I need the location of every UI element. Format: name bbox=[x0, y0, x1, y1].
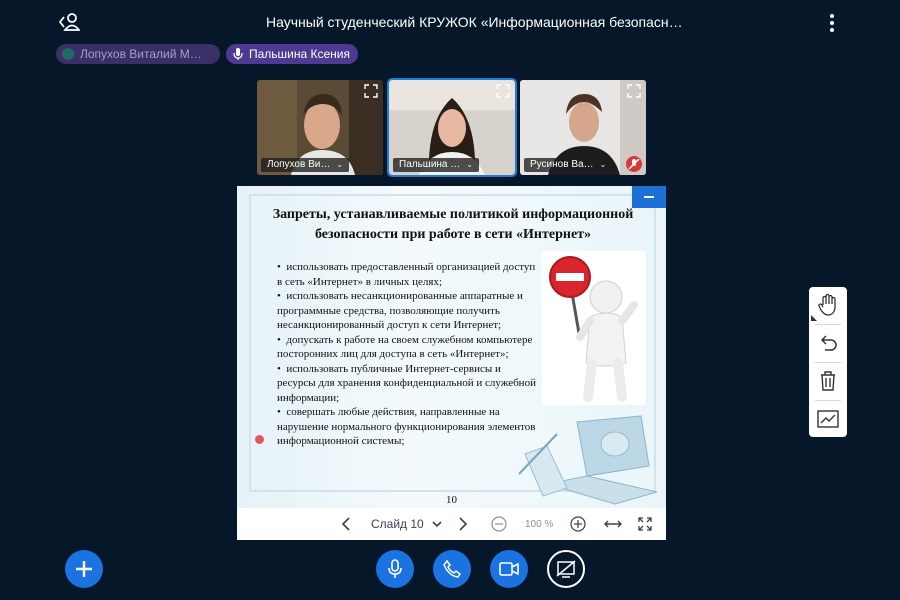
video-tile[interactable]: Пальшина … ⌄ bbox=[387, 78, 517, 177]
status-dot-icon bbox=[62, 48, 74, 60]
bullet-text: использовать несанкционированные аппарат… bbox=[277, 290, 523, 331]
undo-button[interactable] bbox=[809, 325, 847, 361]
zoom-in-button[interactable] bbox=[570, 508, 586, 540]
trash-icon bbox=[821, 371, 835, 391]
laptop-illustration bbox=[517, 414, 665, 506]
participant-name: Лопухов Ви… bbox=[267, 159, 331, 170]
participant-name: Русинов Ва… bbox=[530, 159, 594, 170]
microphone-icon bbox=[388, 559, 402, 578]
participant-nameplate[interactable]: Лопухов Ви… ⌄ bbox=[261, 158, 350, 172]
bullet-text: использовать публичные Интернет-сервисы … bbox=[277, 362, 536, 404]
clear-annotations-button[interactable] bbox=[809, 363, 847, 399]
stop-sign-illustration bbox=[542, 251, 646, 405]
whiteboard-toolbar bbox=[809, 287, 847, 437]
presentation-toolbar: Слайд 10 100 % bbox=[237, 508, 666, 540]
fit-width-button[interactable] bbox=[604, 508, 622, 540]
chart-icon bbox=[817, 410, 839, 428]
hand-icon bbox=[818, 293, 836, 316]
previous-slide-button[interactable] bbox=[341, 508, 351, 540]
bullet-text: допускать к работе на своем служебном ко… bbox=[277, 333, 533, 361]
bullet-item: • использовать предоставленный организац… bbox=[277, 261, 536, 288]
slide-page-number: 10 bbox=[446, 494, 457, 506]
fullscreen-button[interactable] bbox=[638, 508, 652, 540]
slide-bullets: • использовать предоставленный организац… bbox=[277, 260, 539, 449]
bullet-item: • совершать любые действия, направленные… bbox=[277, 406, 536, 447]
talker-name: Пальшина Ксения bbox=[249, 47, 351, 61]
top-bar: Научный студенческий КРУЖОК «Информацион… bbox=[0, 0, 900, 44]
fullscreen-icon bbox=[638, 517, 652, 531]
next-slide-button[interactable] bbox=[458, 508, 468, 540]
chevron-down-icon: ⌄ bbox=[466, 160, 473, 169]
chevron-right-icon bbox=[459, 517, 468, 531]
slide: Запреты, устанавливаемые политикой инфор… bbox=[237, 186, 666, 508]
participant-name: Пальшина … bbox=[399, 159, 461, 170]
expand-icon[interactable] bbox=[627, 84, 641, 98]
plus-icon bbox=[76, 561, 92, 577]
bullet-item: • использовать публичные Интернет-сервис… bbox=[277, 362, 536, 404]
zoom-level: 100 % bbox=[525, 518, 554, 530]
video-tile[interactable]: Русинов Ва… ⌄ bbox=[520, 80, 646, 175]
expand-icon[interactable] bbox=[364, 84, 378, 98]
slide-select[interactable]: Слайд 10 bbox=[371, 508, 442, 540]
meeting-title: Научный студенческий КРУЖОК «Информацион… bbox=[266, 14, 683, 30]
zoom-out-button[interactable] bbox=[491, 508, 507, 540]
undo-icon bbox=[820, 335, 837, 351]
chevron-down-icon bbox=[432, 521, 442, 528]
camera-icon bbox=[499, 562, 519, 576]
talker-pill[interactable]: Пальшина Ксения bbox=[226, 44, 359, 64]
leave-audio-button[interactable] bbox=[433, 550, 471, 588]
presentation-area: Запреты, устанавливаемые политикой инфор… bbox=[237, 186, 666, 540]
actions-button[interactable] bbox=[65, 550, 103, 588]
screen-share-button[interactable] bbox=[547, 550, 585, 588]
zoom-in-icon bbox=[570, 516, 586, 532]
expand-icon[interactable] bbox=[496, 84, 510, 98]
chevron-left-icon bbox=[341, 517, 350, 531]
muted-microphone-icon bbox=[626, 156, 642, 172]
minus-icon bbox=[644, 196, 654, 198]
submenu-corner-icon bbox=[811, 315, 817, 321]
fit-width-icon bbox=[604, 520, 622, 528]
microphone-icon bbox=[233, 48, 243, 60]
camera-button[interactable] bbox=[490, 550, 528, 588]
zoom-out-icon bbox=[491, 516, 507, 532]
chevron-down-icon: ⌄ bbox=[336, 160, 344, 169]
bullet-text: совершать любые действия, направленные н… bbox=[277, 406, 536, 447]
bullet-item: • использовать несанкционированные аппар… bbox=[277, 290, 523, 331]
slide-select-label: Слайд 10 bbox=[371, 517, 424, 531]
laser-pointer bbox=[255, 435, 264, 444]
phone-icon bbox=[443, 560, 461, 578]
kebab-icon[interactable] bbox=[826, 13, 838, 33]
multi-user-whiteboard-button[interactable] bbox=[809, 401, 847, 437]
users-icon[interactable] bbox=[58, 12, 80, 32]
video-tile[interactable]: Лопухов Ви… ⌄ bbox=[257, 80, 383, 175]
bullet-item: • допускать к работе на своем служебном … bbox=[277, 333, 533, 361]
participant-nameplate[interactable]: Русинов Ва… ⌄ bbox=[524, 158, 613, 172]
chevron-down-icon: ⌄ bbox=[599, 160, 607, 169]
bullet-text: использовать предоставленный организацие… bbox=[277, 261, 536, 288]
talker-name: Лопухов Виталий М… bbox=[80, 47, 202, 61]
slide-title: Запреты, устанавливаемые политикой инфор… bbox=[272, 207, 634, 242]
talker-pill[interactable]: Лопухов Виталий М… bbox=[56, 44, 220, 64]
screen-share-off-icon bbox=[556, 560, 576, 578]
microphone-button[interactable] bbox=[376, 550, 414, 588]
talking-indicator: Лопухов Виталий М… Пальшина Ксения bbox=[56, 44, 359, 64]
participant-nameplate[interactable]: Пальшина … ⌄ bbox=[393, 158, 479, 172]
